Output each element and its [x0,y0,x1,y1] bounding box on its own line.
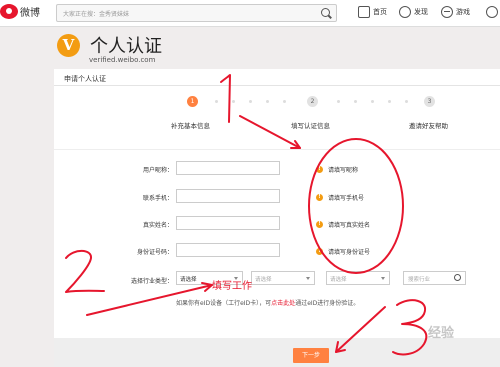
chevron-down-icon [381,277,385,280]
compass-icon [399,6,411,18]
phone-hint-text: 请填写手机号 [328,195,365,202]
step-3-label: 邀请好友帮助 [409,122,448,130]
eid-prefix: 如果你有eID设备（工行eID卡），可 [176,300,272,307]
nav-profile[interactable] [486,6,498,18]
step-connector [215,100,218,103]
panel-title: 申请个人认证 [64,75,106,83]
warning-icon: ! [316,166,323,173]
step-connector [337,100,340,103]
nickname-hint-text: 请填写昵称 [328,167,359,174]
industry-select-2[interactable]: 请选择 [251,271,315,285]
eid-notice: 如果你有eID设备（工行eID卡），可点击此处通过eID进行身份验证。 [176,298,359,307]
step-2-label: 填写认证信息 [291,122,330,130]
nickname-hint: ! 请填写昵称 [316,165,358,174]
industry-search-placeholder: 搜索行业 [408,277,431,283]
step-connector [388,100,391,103]
search-icon[interactable] [454,274,461,281]
step-connector [354,100,357,103]
idcard-label: 身份证号码： [136,249,173,256]
next-step-button[interactable]: 下一步 [293,348,329,363]
realname-hint: ! 请填写真实姓名 [316,220,370,229]
nav-discover[interactable]: 发现 [399,6,428,18]
nav-home[interactable]: 首页 [358,6,387,18]
user-icon [486,6,498,18]
step-connector [283,100,286,103]
idcard-hint-text: 请填写身份证号 [328,249,371,256]
phone-input[interactable] [176,189,280,203]
annotation-fill-job: 填写工作 [212,281,252,292]
form-footer [54,338,500,367]
step-connector [371,100,374,103]
step-3-dot: 3 [424,96,435,107]
industry-select-3-value: 请选择 [330,277,347,283]
logo-text: 微博 [20,8,40,19]
watermark: 经验 [428,326,455,341]
nav-home-label: 首页 [373,8,387,16]
page-subtitle: verified.weibo.com [89,56,156,64]
phone-hint: ! 请填写手机号 [316,193,364,202]
nav-game-label: 游戏 [456,8,470,16]
realname-hint-text: 请填写真实姓名 [328,222,371,229]
panel-divider [54,85,500,86]
realname-label: 真实姓名： [142,222,173,229]
step-connector [266,100,269,103]
game-icon [441,6,453,18]
page-title: 个人认证 [90,36,162,57]
nav-game[interactable]: 游戏 [441,6,470,18]
industry-label: 选择行业类型： [130,278,173,285]
step-connector [405,100,408,103]
phone-label: 联系手机： [142,195,173,202]
weibo-logo-icon [0,4,18,19]
industry-select-1-value: 请选择 [180,277,197,283]
verified-v-icon: V [57,34,80,57]
chevron-down-icon [306,277,310,280]
eid-suffix: 通过eID进行身份验证。 [295,300,360,307]
form-divider [54,149,500,150]
nickname-label: 用户昵称： [142,167,173,174]
weibo-logo[interactable]: 微博 [0,4,40,19]
realname-input[interactable] [176,216,280,230]
top-nav-bar: 微博 大家正在搜：金秀贤妹妹 首页 发现 游戏 [0,0,500,27]
step-connector [249,100,252,103]
warning-icon: ! [316,248,323,255]
industry-select-2-value: 请选择 [255,277,272,283]
nav-discover-label: 发现 [414,8,428,16]
idcard-hint: ! 请填写身份证号 [316,247,370,256]
step-1-dot: 1 [187,96,198,107]
search-placeholder: 大家正在搜：金秀贤妹妹 [63,11,130,18]
nickname-input[interactable] [176,161,280,175]
search-input[interactable]: 大家正在搜：金秀贤妹妹 [56,4,337,22]
warning-icon: ! [316,221,323,228]
search-icon[interactable] [321,8,330,17]
step-connector [232,100,235,103]
eid-link[interactable]: 点击此处 [271,300,295,307]
industry-search-input[interactable]: 搜索行业 [403,271,466,285]
step-1-label: 补充基本信息 [171,122,210,130]
industry-select-3[interactable]: 请选择 [326,271,390,285]
idcard-input[interactable] [176,243,280,257]
warning-icon: ! [316,194,323,201]
step-2-dot: 2 [307,96,318,107]
home-icon [358,6,370,18]
